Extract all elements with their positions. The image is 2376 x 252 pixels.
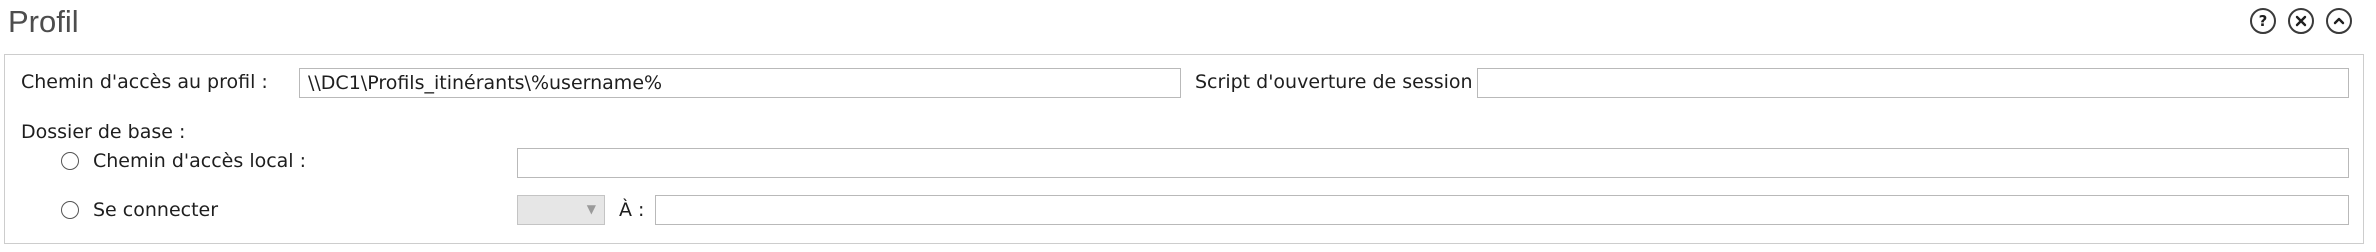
close-icon[interactable] — [2288, 8, 2314, 34]
profile-path-input[interactable]: \\DC1\Profils_itinérants\%username% — [299, 68, 1181, 98]
local-path-input[interactable] — [517, 148, 2349, 178]
drive-letter-select[interactable]: ▼ — [517, 195, 605, 225]
help-icon[interactable]: ? — [2250, 8, 2276, 34]
local-path-radio[interactable] — [61, 152, 79, 170]
to-label: À : — [619, 199, 645, 221]
chevron-down-icon: ▼ — [586, 202, 596, 216]
profile-panel: Chemin d'accès au profil : \\DC1\Profils… — [4, 54, 2364, 244]
collapse-icon[interactable] — [2326, 8, 2352, 34]
connect-label: Se connecter — [93, 199, 219, 221]
section-title: Profil — [8, 4, 79, 39]
local-path-label: Chemin d'accès local : — [93, 150, 307, 172]
header-actions: ? — [2250, 8, 2352, 34]
logon-script-input[interactable] — [1477, 68, 2349, 98]
home-folder-label: Dossier de base : — [21, 121, 186, 143]
to-path-input[interactable] — [655, 195, 2349, 225]
connect-radio[interactable] — [61, 201, 79, 219]
logon-script-label: Script d'ouverture de session — [1195, 71, 1473, 93]
profile-path-label: Chemin d'accès au profil : — [21, 71, 268, 93]
